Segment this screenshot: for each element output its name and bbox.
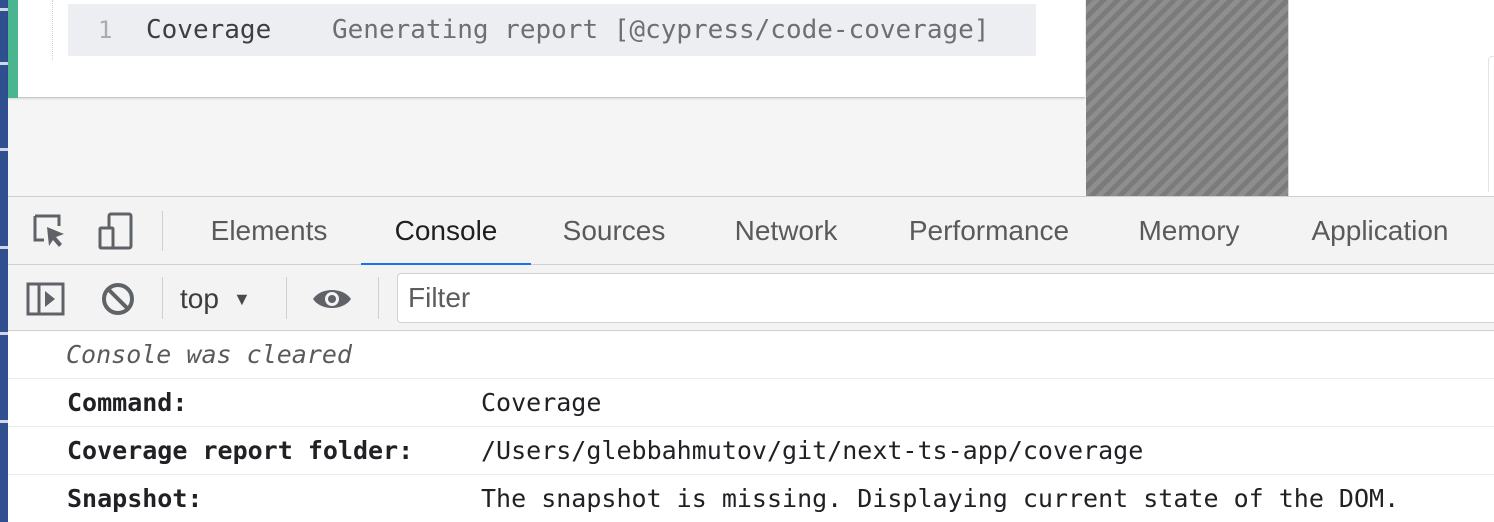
entry-value: The snapshot is missing. Displaying curr…	[481, 484, 1400, 513]
execution-context-select[interactable]: top ▼	[180, 277, 251, 321]
command-row[interactable]: 1 Coverage Generating report [@cypress/c…	[68, 4, 1036, 56]
entry-value: /Users/glebbahmutov/git/next-ts-app/cove…	[481, 436, 1144, 465]
toolbar-divider	[286, 277, 287, 319]
console-log-entry: Command: Coverage	[8, 379, 1494, 427]
toolbar-divider	[162, 277, 163, 319]
tab-sources[interactable]: Sources	[552, 197, 676, 265]
strip-tick	[0, 8, 8, 11]
runner-left-strip	[0, 0, 8, 522]
console-log-entry: Coverage report folder: /Users/glebbahmu…	[8, 427, 1494, 475]
command-log-panel: 1 Coverage Generating report [@cypress/c…	[8, 0, 1085, 98]
indent-guide	[52, 0, 53, 60]
toolbar-divider	[378, 277, 379, 319]
strip-tick	[0, 62, 8, 65]
tab-application[interactable]: Application	[1300, 197, 1460, 265]
tab-network[interactable]: Network	[724, 197, 848, 265]
tab-elements[interactable]: Elements	[202, 197, 336, 265]
clear-console-icon[interactable]	[96, 277, 140, 321]
entry-value: Coverage	[481, 388, 602, 417]
console-filter-input[interactable]: Filter	[397, 273, 1494, 323]
tab-memory[interactable]: Memory	[1130, 197, 1248, 265]
app-viewport-scaled-area	[1086, 0, 1288, 196]
strip-tick	[0, 246, 8, 249]
strip-tick	[0, 332, 8, 335]
strip-tick	[0, 420, 8, 423]
app-preview-frame	[1288, 0, 1494, 196]
console-toolbar: top ▼ Filter	[8, 265, 1494, 331]
test-passed-accent	[8, 0, 18, 98]
command-message: Generating report [@cypress/code-coverag…	[332, 15, 990, 45]
console-cleared-message: Console was cleared	[8, 331, 1494, 379]
context-label: top	[180, 283, 219, 314]
toolbar-divider	[162, 211, 163, 251]
cleared-text: Console was cleared	[66, 340, 352, 369]
devtools-panel: Elements Console Sources Network Perform…	[8, 196, 1494, 522]
device-toolbar-icon[interactable]	[94, 209, 138, 253]
entry-key: Snapshot:	[67, 484, 203, 513]
tab-performance[interactable]: Performance	[898, 197, 1080, 265]
console-log-entry: Snapshot: The snapshot is missing. Displ…	[8, 475, 1494, 522]
console-messages: Console was cleared Command: Coverage Co…	[8, 331, 1494, 522]
inspect-element-icon[interactable]	[28, 209, 72, 253]
entry-key: Coverage report folder:	[67, 436, 414, 465]
devtools-tab-bar: Elements Console Sources Network Perform…	[8, 197, 1494, 266]
tab-console[interactable]: Console	[361, 197, 531, 266]
live-expression-eye-icon[interactable]	[310, 277, 354, 321]
strip-tick	[0, 148, 8, 151]
show-console-sidebar-icon[interactable]	[24, 277, 68, 321]
command-number: 1	[98, 16, 113, 44]
command-name: Coverage	[146, 15, 272, 45]
app-scrollbar[interactable]	[1488, 56, 1494, 192]
entry-key: Command:	[67, 388, 188, 417]
caret-down-icon: ▼	[232, 288, 251, 309]
